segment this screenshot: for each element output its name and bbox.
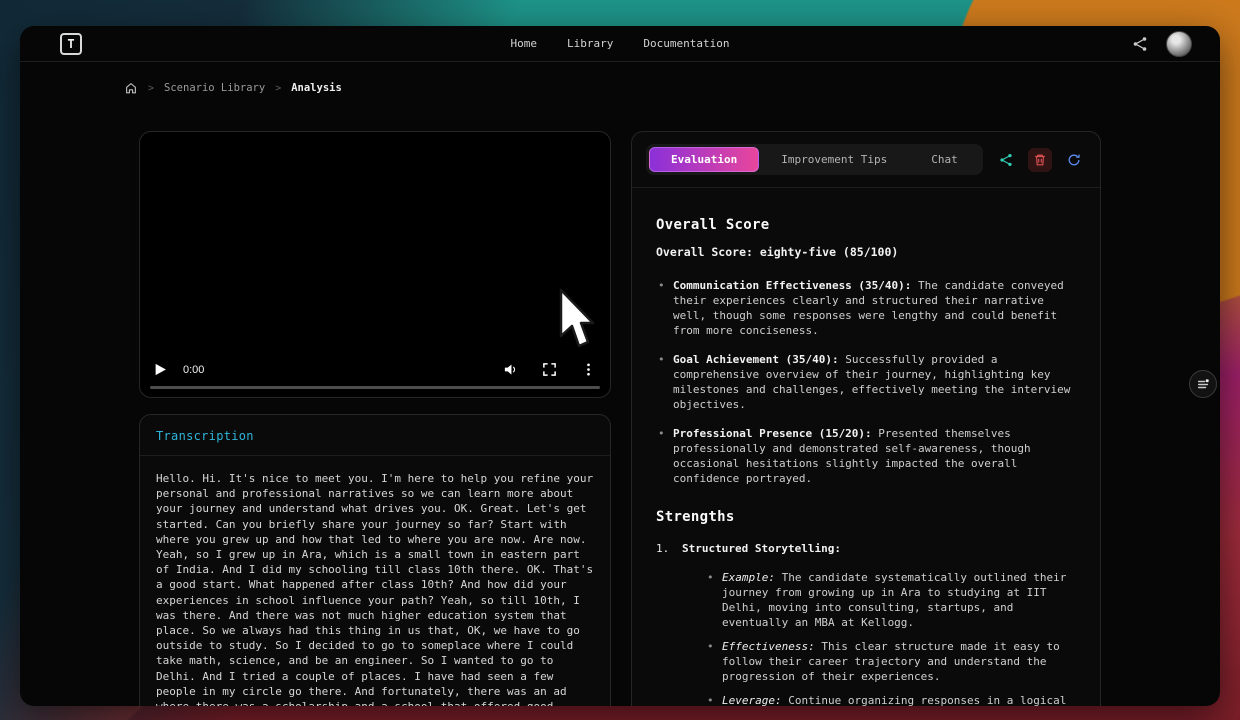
criterion-label: Communication Effectiveness (35/40): bbox=[673, 279, 911, 292]
user-avatar[interactable] bbox=[1166, 31, 1192, 57]
criterion-label: Professional Presence (15/20): bbox=[673, 427, 872, 440]
overall-score-heading: Overall Score bbox=[656, 218, 1076, 233]
list-item: Communication Effectiveness (35/40): The… bbox=[656, 278, 1076, 338]
breadcrumb-scenario-library[interactable]: Scenario Library bbox=[164, 82, 265, 94]
share-icon[interactable] bbox=[1132, 36, 1148, 52]
breadcrumb: > Scenario Library > Analysis bbox=[124, 80, 1220, 96]
nav-links: Home Library Documentation bbox=[511, 37, 730, 50]
right-column: Evaluation Improvement Tips Chat bbox=[631, 131, 1101, 706]
strength-detail-list: Example: The candidate systematically ou… bbox=[706, 570, 1076, 706]
list-item: Professional Presence (15/20): Presented… bbox=[656, 426, 1076, 486]
score-breakdown-list: Communication Effectiveness (35/40): The… bbox=[656, 278, 1076, 486]
criterion-label: Goal Achievement (35/40): bbox=[673, 353, 839, 366]
nav-item-documentation[interactable]: Documentation bbox=[643, 37, 729, 50]
tab-chat[interactable]: Chat bbox=[909, 147, 980, 172]
strengths-heading: Strengths bbox=[656, 510, 1076, 525]
refresh-icon bbox=[1067, 153, 1081, 167]
transcription-title: Transcription bbox=[140, 415, 610, 455]
panel-actions bbox=[994, 148, 1086, 172]
app-logo[interactable]: T bbox=[60, 33, 82, 55]
fullscreen-icon[interactable] bbox=[542, 362, 557, 377]
list-item: Example: The candidate systematically ou… bbox=[706, 570, 1076, 630]
tab-evaluation[interactable]: Evaluation bbox=[649, 147, 759, 172]
tab-improvement-tips[interactable]: Improvement Tips bbox=[759, 147, 909, 172]
left-column: 0:00 bbox=[139, 131, 611, 706]
kebab-menu-icon[interactable] bbox=[581, 362, 596, 377]
navbar: T Home Library Documentation bbox=[20, 26, 1220, 62]
volume-icon[interactable] bbox=[503, 362, 518, 377]
delete-button[interactable] bbox=[1028, 148, 1052, 172]
breadcrumb-separator: > bbox=[275, 83, 281, 94]
transcription-text: Hello. Hi. It's nice to meet you. I'm he… bbox=[140, 456, 610, 706]
evaluation-panel: Evaluation Improvement Tips Chat bbox=[631, 131, 1101, 706]
video-player[interactable]: 0:00 bbox=[139, 131, 611, 398]
strength-title: Structured Storytelling: bbox=[682, 542, 841, 555]
breadcrumb-analysis: Analysis bbox=[291, 82, 342, 94]
navbar-right bbox=[1132, 31, 1192, 57]
transcription-card: Transcription Hello. Hi. It's nice to me… bbox=[139, 414, 611, 706]
detail-label: Leverage: bbox=[722, 694, 782, 706]
detail-label: Example: bbox=[722, 571, 775, 584]
panel-tabs: Evaluation Improvement Tips Chat bbox=[646, 144, 983, 175]
trash-icon bbox=[1033, 153, 1047, 167]
video-controls-right bbox=[503, 362, 596, 377]
share-icon bbox=[999, 153, 1013, 167]
list-icon bbox=[1197, 378, 1210, 391]
strength-item: 1. Structured Storytelling: Example: The… bbox=[656, 541, 1076, 706]
nav-item-library[interactable]: Library bbox=[567, 37, 613, 50]
evaluation-content: Overall Score Overall Score: eighty-five… bbox=[632, 188, 1100, 706]
refresh-button[interactable] bbox=[1062, 148, 1086, 172]
panel-toggle-button[interactable] bbox=[1189, 370, 1217, 398]
nav-item-home[interactable]: Home bbox=[511, 37, 538, 50]
list-item: Leverage: Continue organizing responses … bbox=[706, 693, 1076, 706]
play-icon[interactable] bbox=[154, 363, 167, 376]
panel-header: Evaluation Improvement Tips Chat bbox=[632, 132, 1100, 187]
share-button[interactable] bbox=[994, 148, 1018, 172]
main-content: 0:00 bbox=[139, 131, 1101, 706]
breadcrumb-separator: > bbox=[148, 83, 154, 94]
overall-score-value: Overall Score: eighty-five (85/100) bbox=[656, 245, 1076, 260]
list-item: Goal Achievement (35/40): Successfully p… bbox=[656, 352, 1076, 412]
video-current-time: 0:00 bbox=[183, 364, 204, 376]
strength-number: 1. bbox=[656, 541, 682, 706]
video-progress-bar[interactable] bbox=[150, 386, 600, 389]
list-item: Effectiveness: This clear structure made… bbox=[706, 639, 1076, 684]
video-controls: 0:00 bbox=[154, 362, 596, 377]
detail-label: Effectiveness: bbox=[722, 640, 815, 653]
home-icon[interactable] bbox=[124, 81, 138, 95]
app-window: T Home Library Documentation > Scenario … bbox=[20, 26, 1220, 706]
